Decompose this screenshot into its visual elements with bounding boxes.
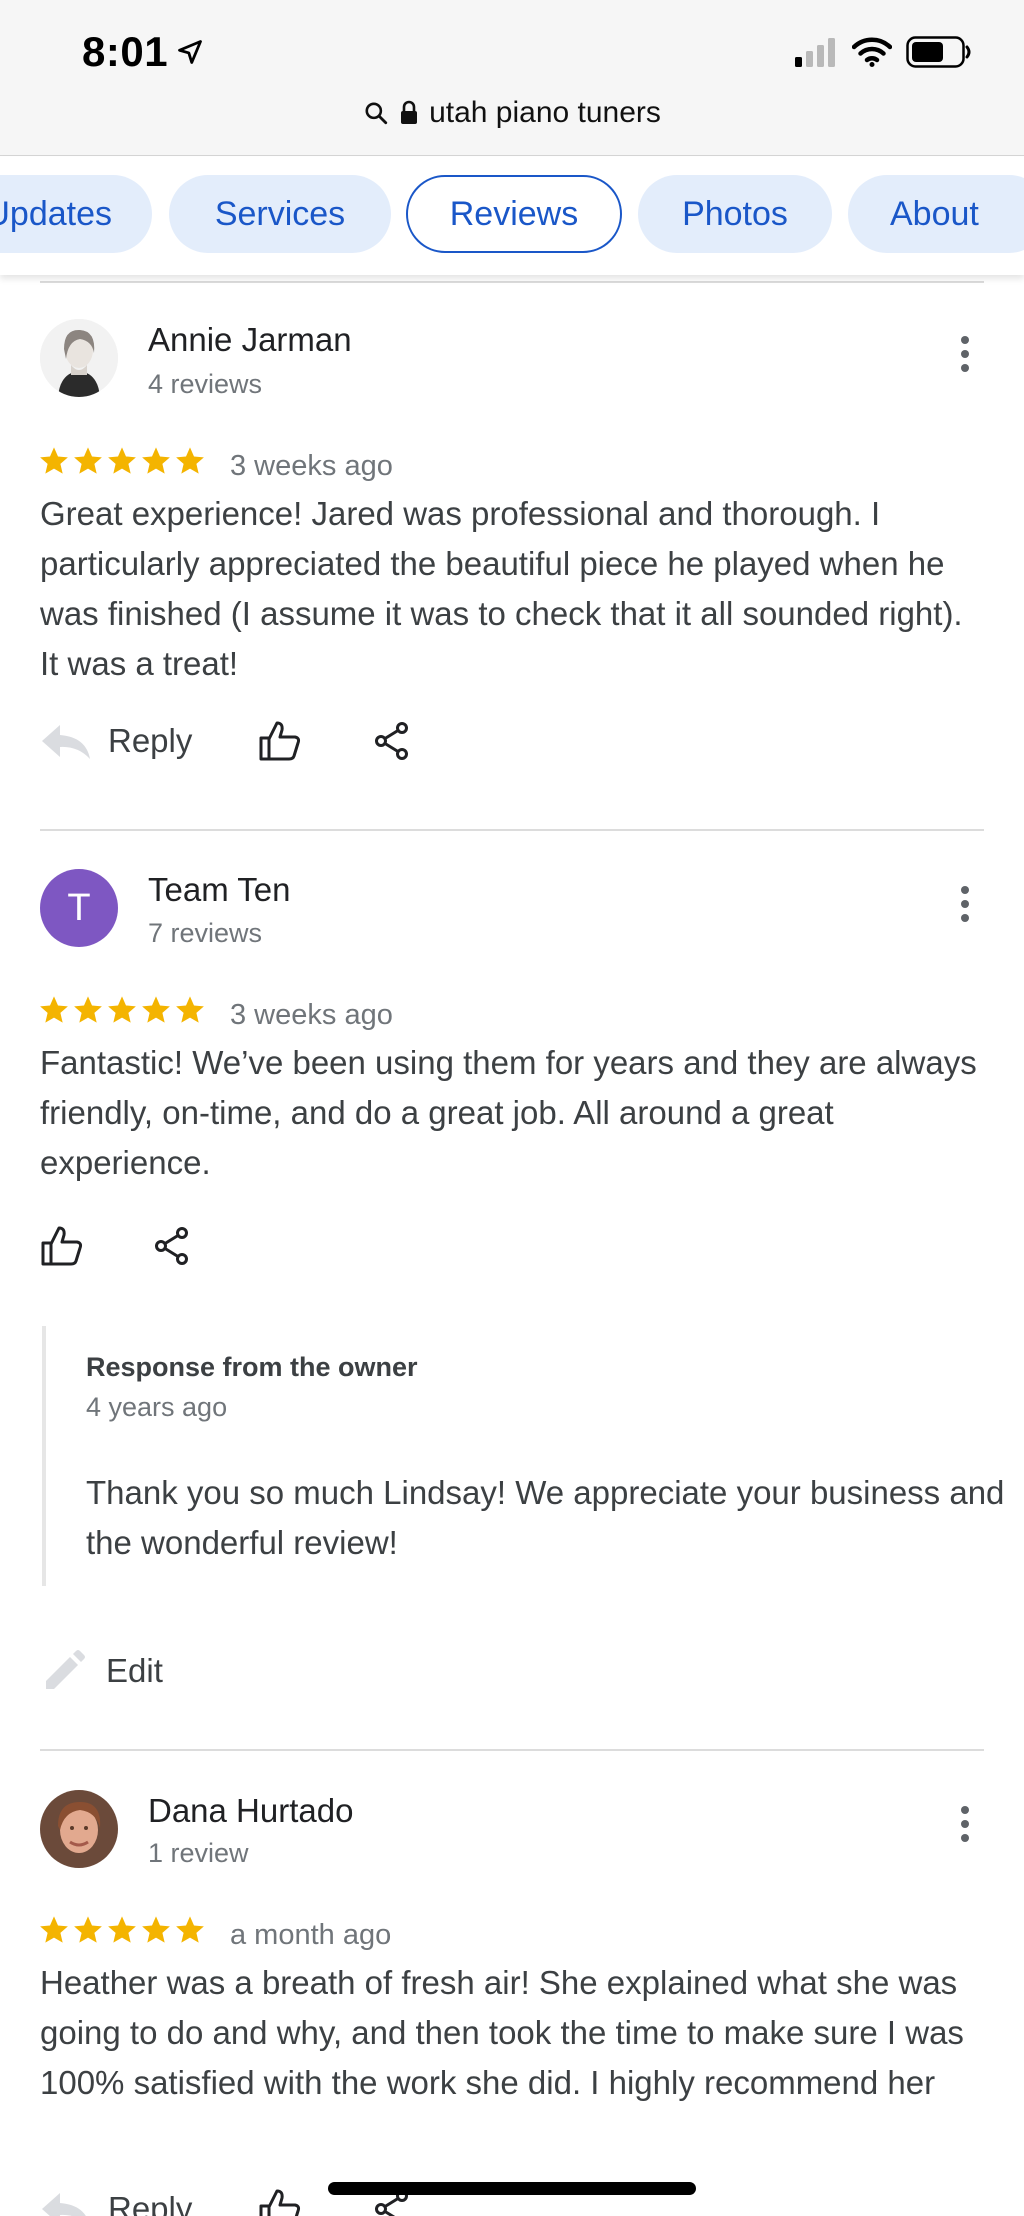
reply-icon bbox=[42, 2193, 86, 2216]
review-text: Great experience! Jared was professional… bbox=[40, 495, 963, 682]
place-tabs: Updates Services Reviews Photos About bbox=[0, 157, 1024, 275]
star-icon bbox=[74, 1916, 102, 1943]
reviewer-review-count: 4 reviews bbox=[148, 369, 263, 399]
home-indicator[interactable] bbox=[328, 2182, 696, 2195]
star-icon bbox=[142, 1916, 170, 1943]
avatar[interactable] bbox=[40, 1790, 118, 1868]
star-icon bbox=[40, 1916, 68, 1943]
star-icon bbox=[108, 1916, 136, 1943]
star-icon bbox=[176, 447, 204, 474]
owner-response-date: 4 years ago bbox=[86, 1392, 228, 1422]
star-icon bbox=[176, 1916, 204, 1943]
thumbs-up-icon[interactable] bbox=[40, 1225, 84, 1267]
star-icon bbox=[108, 996, 136, 1023]
star-rating bbox=[38, 445, 206, 477]
more-options-icon[interactable] bbox=[950, 1800, 980, 1848]
tab-label: About bbox=[890, 194, 979, 233]
browser-top-bar: 8:01 utah piano tuners bbox=[0, 0, 1024, 156]
star-icon bbox=[74, 447, 102, 474]
owner-response: Response from the owner 4 years ago Than… bbox=[42, 1326, 1004, 1586]
review-actions: Reply bbox=[40, 720, 412, 762]
address-bar[interactable]: utah piano tuners bbox=[0, 96, 1024, 130]
star-rating bbox=[38, 994, 206, 1026]
divider bbox=[40, 281, 984, 283]
review-text: Heather was a breath of fresh air! She e… bbox=[40, 1964, 964, 2101]
star-icon bbox=[176, 996, 204, 1023]
pencil-icon bbox=[46, 1650, 85, 1689]
review-actions bbox=[40, 1225, 192, 1267]
tab-label: Photos bbox=[682, 194, 788, 233]
edit-response-button[interactable]: Edit bbox=[40, 1647, 163, 1695]
star-icon bbox=[142, 996, 170, 1023]
reviewer-name[interactable]: Dana Hurtado bbox=[148, 1792, 353, 1830]
avatar[interactable]: T bbox=[40, 869, 118, 947]
review-date: 3 weeks ago bbox=[230, 999, 393, 1031]
owner-response-text: Thank you so much Lindsay! We appreciate… bbox=[86, 1474, 1005, 1561]
status-icons bbox=[794, 36, 972, 68]
lock-icon bbox=[399, 100, 419, 126]
divider bbox=[40, 829, 984, 831]
tab-about[interactable]: About bbox=[848, 175, 1024, 253]
reviewer-name[interactable]: Annie Jarman bbox=[148, 321, 352, 359]
star-icon bbox=[108, 447, 136, 474]
star-icon bbox=[40, 996, 68, 1023]
reply-label: Reply bbox=[108, 722, 193, 759]
tab-label: Services bbox=[214, 194, 346, 233]
star-icon bbox=[142, 447, 170, 474]
star-icon bbox=[74, 996, 102, 1023]
more-options-icon[interactable] bbox=[950, 880, 980, 928]
reply-button[interactable]: Reply bbox=[40, 2189, 192, 2216]
url-text: utah piano tuners bbox=[429, 96, 661, 129]
share-icon[interactable] bbox=[152, 1226, 192, 1266]
tab-photos[interactable]: Photos bbox=[638, 175, 832, 253]
tab-updates[interactable]: Updates bbox=[0, 175, 152, 253]
tab-reviews[interactable]: Reviews bbox=[406, 175, 622, 253]
share-icon[interactable] bbox=[372, 721, 412, 761]
owner-response-title: Response from the owner bbox=[86, 1352, 418, 1382]
star-icon bbox=[40, 447, 68, 474]
reply-icon bbox=[42, 725, 90, 759]
status-time: 8:01 bbox=[82, 28, 204, 76]
location-arrow-icon bbox=[178, 40, 202, 64]
battery-icon bbox=[906, 36, 971, 68]
more-options-icon[interactable] bbox=[950, 330, 980, 378]
divider bbox=[40, 1749, 984, 1751]
star-rating bbox=[38, 1914, 206, 1946]
review-text: Fantastic! We’ve been using them for yea… bbox=[40, 1044, 977, 1181]
wifi-icon bbox=[852, 37, 892, 67]
reviewer-review-count: 7 reviews bbox=[148, 918, 263, 948]
search-icon bbox=[363, 100, 389, 126]
reply-button[interactable]: Reply bbox=[40, 721, 192, 761]
thumbs-up-icon[interactable] bbox=[258, 2188, 302, 2216]
tab-label: Updates bbox=[0, 194, 112, 233]
tab-label: Reviews bbox=[449, 194, 579, 233]
thumbs-up-icon[interactable] bbox=[258, 720, 302, 762]
reply-label: Reply bbox=[108, 2190, 193, 2216]
review-date: 3 weeks ago bbox=[230, 450, 393, 482]
review-date: a month ago bbox=[230, 1919, 392, 1951]
reviewer-review-count: 1 review bbox=[148, 1838, 249, 1868]
tab-services[interactable]: Services bbox=[169, 175, 391, 253]
cellular-signal-icon bbox=[795, 38, 835, 67]
reviewer-name[interactable]: Team Ten bbox=[148, 871, 290, 909]
edit-label: Edit bbox=[106, 1652, 163, 1689]
avatar[interactable] bbox=[40, 319, 118, 397]
